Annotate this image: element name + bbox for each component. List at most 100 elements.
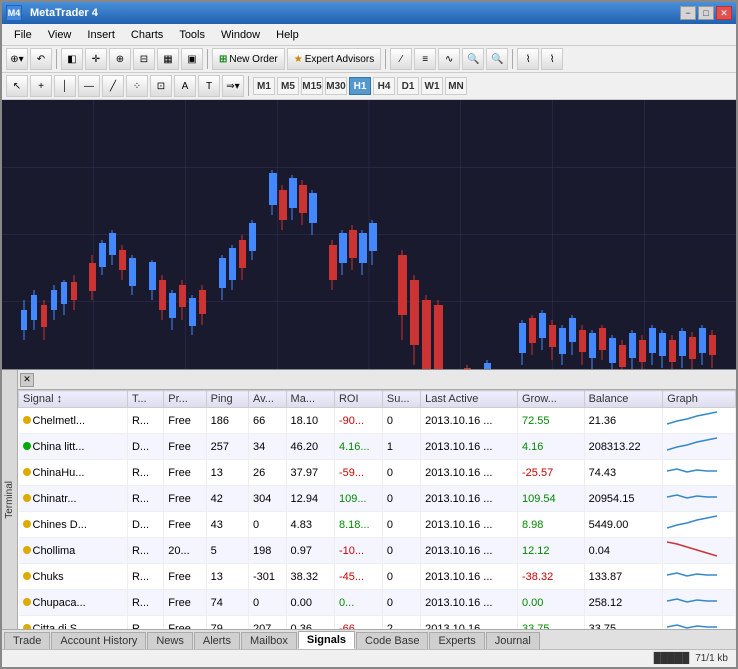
cell-pr: 20...	[164, 538, 206, 564]
toolbar-nav[interactable]: ✛	[85, 48, 107, 70]
cell-pr: Free	[164, 590, 206, 616]
tool-cross[interactable]: +	[30, 75, 52, 97]
timeframe-d1[interactable]: D1	[397, 77, 419, 95]
panel-close-button[interactable]: ✕	[20, 373, 34, 387]
cell-av: 207	[248, 616, 286, 630]
col-balance[interactable]: Balance	[584, 391, 663, 408]
toolbar-wave[interactable]: ∿	[438, 48, 460, 70]
table-row[interactable]: Chuks R... Free 13 -301 38.32 -45... 0 2…	[19, 564, 736, 590]
toolbar-zoom-in[interactable]: ⊕	[109, 48, 131, 70]
toolbar-zoom-chart[interactable]: 🔍	[462, 48, 484, 70]
toolbar-profiles[interactable]: ◧	[61, 48, 83, 70]
tab-alerts[interactable]: Alerts	[194, 632, 240, 649]
menu-insert[interactable]: Insert	[79, 27, 123, 43]
sep-time	[248, 76, 249, 96]
chart-area[interactable]	[2, 100, 736, 369]
tool-hline[interactable]: —	[78, 75, 100, 97]
tab-trade[interactable]: Trade	[4, 632, 50, 649]
tool-arrow2[interactable]: ⇒▾	[222, 75, 244, 97]
tool-arrow[interactable]: ↖	[6, 75, 28, 97]
cell-t: R...	[127, 616, 163, 630]
timeframe-m30[interactable]: M30	[325, 77, 347, 95]
new-order-button[interactable]: ⊞ New Order	[212, 48, 285, 70]
tool-vline[interactable]: │	[54, 75, 76, 97]
timeframe-m1[interactable]: M1	[253, 77, 275, 95]
col-graph[interactable]: Graph	[663, 391, 736, 408]
menu-view[interactable]: View	[40, 27, 80, 43]
table-row[interactable]: Chollima R... 20... 5 198 0.97 -10... 0 …	[19, 538, 736, 564]
cell-roi: -66...	[334, 616, 382, 630]
col-ma[interactable]: Ma...	[286, 391, 334, 408]
toolbar-period2[interactable]: ⌇	[541, 48, 563, 70]
toolbar-zoom2[interactable]: 🔍	[486, 48, 508, 70]
tab-bar: Trade Account History News Alerts Mailbo…	[2, 629, 736, 649]
timeframe-h1[interactable]: H1	[349, 77, 371, 95]
toolbar-undo[interactable]: ↶	[30, 48, 52, 70]
tab-experts[interactable]: Experts	[429, 632, 484, 649]
table-row[interactable]: Chelmetl... R... Free 186 66 18.10 -90..…	[19, 408, 736, 434]
menu-window[interactable]: Window	[213, 27, 268, 43]
close-button[interactable]: ✕	[716, 6, 732, 20]
cell-ping: 13	[206, 460, 248, 486]
table-row[interactable]: Chupaca... R... Free 74 0 0.00 0... 0 20…	[19, 590, 736, 616]
toolbar-fib[interactable]: ≡	[414, 48, 436, 70]
signal-dot	[23, 416, 31, 424]
cell-balance: 133.87	[584, 564, 663, 590]
col-su[interactable]: Su...	[382, 391, 420, 408]
maximize-button[interactable]: □	[698, 6, 714, 20]
expert-advisors-button[interactable]: ★ Expert Advisors	[287, 48, 381, 70]
table-row[interactable]: ChinaHu... R... Free 13 26 37.97 -59... …	[19, 460, 736, 486]
tool-freehand[interactable]: ⁘	[126, 75, 148, 97]
tool-tline[interactable]: ╱	[102, 75, 124, 97]
col-roi[interactable]: ROI	[334, 391, 382, 408]
col-ping[interactable]: Ping	[206, 391, 248, 408]
col-signal[interactable]: Signal ↕	[19, 391, 128, 408]
table-row[interactable]: Chines D... D... Free 43 0 4.83 8.18... …	[19, 512, 736, 538]
cell-t: R...	[127, 460, 163, 486]
col-t[interactable]: T...	[127, 391, 163, 408]
cell-signal: Chelmetl...	[19, 408, 128, 434]
minimize-button[interactable]: −	[680, 6, 696, 20]
timeframe-mn[interactable]: MN	[445, 77, 467, 95]
tab-signals[interactable]: Signals	[298, 631, 355, 649]
toolbar-zoom-out[interactable]: ⊟	[133, 48, 155, 70]
cell-signal: Chines D...	[19, 512, 128, 538]
toolbar-period-sep[interactable]: ⌇	[517, 48, 539, 70]
timeframe-h4[interactable]: H4	[373, 77, 395, 95]
menu-charts[interactable]: Charts	[123, 27, 171, 43]
col-last-active[interactable]: Last Active	[421, 391, 518, 408]
tab-code-base[interactable]: Code Base	[356, 632, 428, 649]
cell-ma: 4.83	[286, 512, 334, 538]
tab-news[interactable]: News	[147, 632, 193, 649]
timeframe-m5[interactable]: M5	[277, 77, 299, 95]
col-grow[interactable]: Grow...	[518, 391, 585, 408]
toolbar-chart[interactable]: ▦	[157, 48, 179, 70]
tool-label[interactable]: T	[198, 75, 220, 97]
signal-dot	[23, 598, 31, 606]
tab-journal[interactable]: Journal	[486, 632, 540, 649]
tool-rect[interactable]: ⊡	[150, 75, 172, 97]
signals-table-container[interactable]: Signal ↕ T... Pr... Ping Av... Ma... ROI…	[18, 390, 736, 629]
col-pr[interactable]: Pr...	[164, 391, 206, 408]
toolbar-line[interactable]: ⁄	[390, 48, 412, 70]
timeframe-w1[interactable]: W1	[421, 77, 443, 95]
toolbar-new[interactable]: ⊕▾	[6, 48, 28, 70]
col-av[interactable]: Av...	[248, 391, 286, 408]
cell-pr: Free	[164, 616, 206, 630]
tool-text[interactable]: A	[174, 75, 196, 97]
signal-dot	[23, 624, 31, 630]
tab-mailbox[interactable]: Mailbox	[241, 632, 297, 649]
toolbar-chart2[interactable]: ▣	[181, 48, 203, 70]
timeframe-m15[interactable]: M15	[301, 77, 323, 95]
menu-file[interactable]: File	[6, 27, 40, 43]
tab-account-history[interactable]: Account History	[51, 632, 146, 649]
menu-tools[interactable]: Tools	[171, 27, 213, 43]
cell-grow: 33.75	[518, 616, 585, 630]
cell-t: R...	[127, 408, 163, 434]
status-bars: █████	[654, 653, 689, 664]
menu-help[interactable]: Help	[268, 27, 307, 43]
table-row[interactable]: Chinatr... R... Free 42 304 12.94 109...…	[19, 486, 736, 512]
table-row[interactable]: Citta di S... R... Free 79 207 0.36 -66.…	[19, 616, 736, 630]
cell-av: 198	[248, 538, 286, 564]
table-row[interactable]: China litt... D... Free 257 34 46.20 4.1…	[19, 434, 736, 460]
